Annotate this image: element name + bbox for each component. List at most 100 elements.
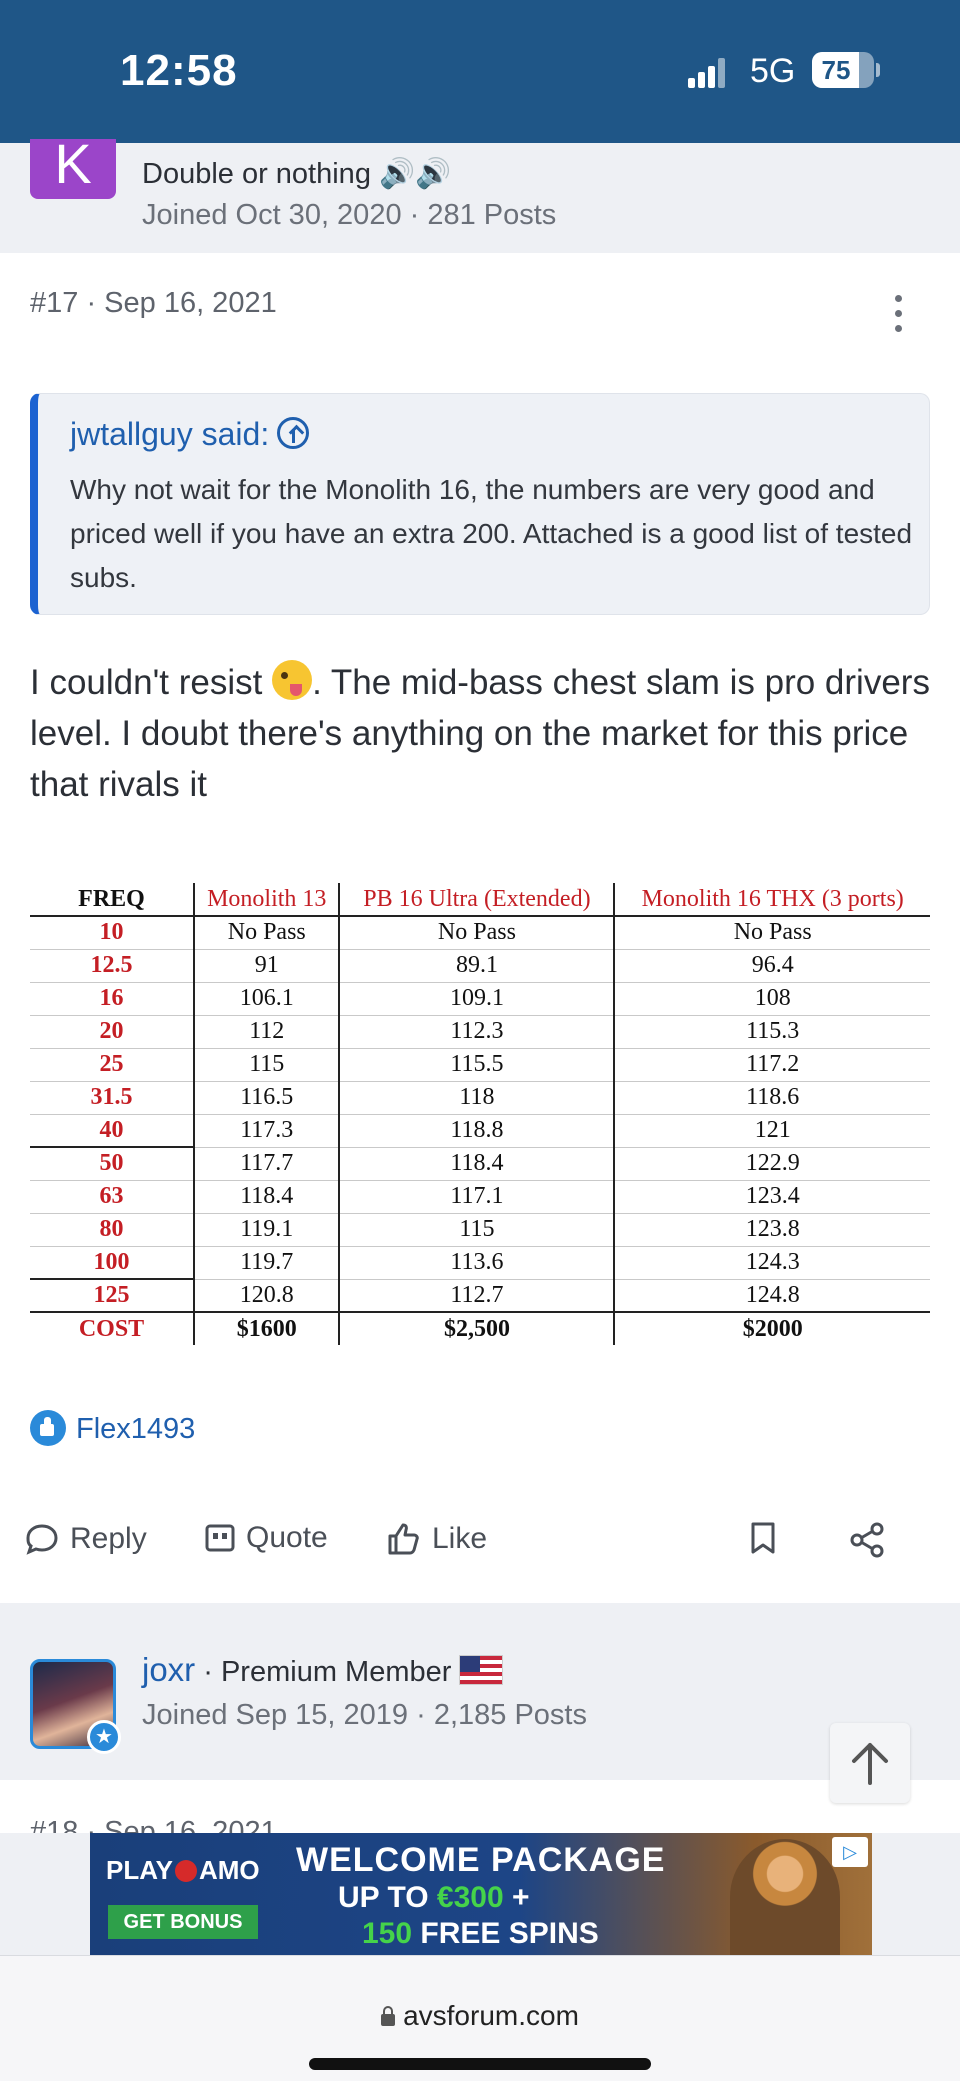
- reaction-user[interactable]: Flex1493: [76, 1413, 195, 1445]
- ad-brand-right: AMO: [198, 1855, 260, 1885]
- table-header-cell: Monolith 13: [192, 883, 340, 917]
- table-cell: 109.1: [338, 982, 615, 1016]
- table-row-label: 10: [30, 916, 194, 950]
- table-cell: 115.5: [338, 1048, 615, 1082]
- post-meta[interactable]: #18 · Sep 16, 2021: [30, 1816, 277, 1833]
- table-row-label: 12.5: [30, 949, 194, 983]
- more-options-icon[interactable]: [888, 295, 908, 339]
- post-meta[interactable]: #17 · Sep 16, 2021: [30, 287, 277, 320]
- ad-line-2-b: +: [503, 1881, 530, 1914]
- battery-icon: 75: [812, 52, 874, 88]
- ad-line-2-accent: €300: [436, 1881, 504, 1914]
- table-cell: No Pass: [613, 916, 930, 950]
- table-row: 20 112 112.3 115.3: [30, 1015, 930, 1049]
- zany-face-emoji-icon: [272, 660, 313, 700]
- thumbs-up-icon: [388, 1523, 419, 1555]
- table-cell: $1600: [192, 1311, 340, 1345]
- ad-banner[interactable]: PLAY AMO GET BONUS WELCOME PACKAGE UP TO …: [90, 1833, 872, 1955]
- reply-button[interactable]: Reply: [24, 1521, 147, 1557]
- battery-percent: 75: [821, 55, 851, 85]
- member-role: · Premium Member: [195, 1656, 452, 1688]
- member-name[interactable]: joxr: [142, 1651, 195, 1688]
- battery-tip: [876, 63, 880, 77]
- avatar[interactable]: K: [30, 136, 116, 199]
- bookmark-button[interactable]: [748, 1521, 788, 1555]
- jump-to-quote-icon[interactable]: [277, 417, 310, 449]
- table-row-label: 25: [30, 1048, 194, 1082]
- clock: 12:58: [120, 46, 238, 95]
- scroll-to-top-button[interactable]: [830, 1723, 910, 1803]
- lock-icon: [381, 2006, 396, 2026]
- url-text: avsforum.com: [403, 2000, 579, 2031]
- table-row: 40 117.3 118.8 121: [30, 1114, 930, 1148]
- post-body: I couldn't resist . The mid-bass chest s…: [30, 657, 930, 810]
- table-cell: No Pass: [192, 916, 340, 950]
- attached-spl-table[interactable]: FREQ Monolith 13 PB 16 Ultra (Extended) Mon…: [30, 883, 930, 1345]
- quote-text: Why not wait for the Monolith 16, the nu…: [70, 474, 913, 593]
- avatar[interactable]: ★: [30, 1659, 121, 1754]
- table-row: 12.5 91 89.1 96.4: [30, 949, 930, 983]
- table-cell: 123.8: [613, 1213, 930, 1247]
- table-row-label: 100: [30, 1246, 194, 1280]
- home-indicator[interactable]: [309, 2058, 651, 2070]
- table-cell: 118.8: [338, 1114, 615, 1148]
- member-header-next: ★ joxr · Premium Member Joined Sep 15, 2…: [0, 1603, 960, 1780]
- quote-author-label[interactable]: jwtallguy said:: [70, 416, 269, 452]
- table-row: 16 106.1 109.1 108: [30, 982, 930, 1016]
- ad-line-2-a: UP TO: [338, 1881, 437, 1914]
- table-header-cell: PB 16 Ultra (Extended): [338, 883, 615, 917]
- table-row: 63 118.4 117.1 123.4: [30, 1180, 930, 1214]
- ad-brand: PLAY AMO: [106, 1855, 260, 1886]
- table-row: 50 117.7 118.4 122.9: [30, 1147, 930, 1181]
- quote-author[interactable]: jwtallguy said:: [70, 416, 310, 453]
- browser-bar: avsforum.com: [0, 1955, 960, 2081]
- table-cell: 120.8: [192, 1279, 340, 1313]
- table-cell: 112: [192, 1015, 340, 1049]
- like-button[interactable]: Like: [386, 1521, 487, 1557]
- adchoices-icon[interactable]: ▷: [832, 1837, 868, 1867]
- signal-icon: [688, 58, 725, 88]
- table-cell: 106.1: [192, 982, 340, 1016]
- bookmark-icon: [751, 1522, 775, 1554]
- us-flag-icon: [459, 1655, 504, 1685]
- table-row-label: 125: [30, 1279, 194, 1313]
- table-cell: 119.7: [192, 1246, 340, 1280]
- table-row: 31.5 116.5 118 118.6: [30, 1081, 930, 1115]
- quote-button[interactable]: Quote: [204, 1521, 328, 1555]
- table-cell: 124.8: [613, 1279, 930, 1313]
- table-row-label: 40: [30, 1114, 194, 1148]
- network-label: 5G: [750, 52, 796, 90]
- table-cell: 91: [192, 949, 340, 983]
- address-bar[interactable]: avsforum.com: [0, 2000, 960, 2032]
- table-cell: 123.4: [613, 1180, 930, 1214]
- member-joined: Joined Sep 15, 2019 · 2,185 Posts: [142, 1699, 587, 1731]
- reply-icon: [26, 1524, 58, 1555]
- quote-icon: [205, 1524, 235, 1552]
- share-icon: [850, 1522, 884, 1558]
- member-header-prev: K Double or nothing 🔊🔊 Joined Oct 30, 20…: [0, 136, 960, 253]
- table-row: 100 119.7 113.6 124.3: [30, 1246, 930, 1280]
- table-cell: 118: [338, 1081, 615, 1115]
- table-cell: 116.5: [192, 1081, 340, 1115]
- ad-line-3-accent: 150: [362, 1917, 413, 1950]
- table-cell: 113.6: [338, 1246, 615, 1280]
- ad-character-image: [730, 1839, 840, 1955]
- share-button[interactable]: [848, 1521, 896, 1559]
- ad-cta-button[interactable]: GET BONUS: [108, 1905, 258, 1939]
- table-row-label: 20: [30, 1015, 194, 1049]
- post-actions: Reply Quote Like: [0, 1513, 960, 1573]
- table-cell: 117.1: [338, 1180, 615, 1214]
- ad-line-2: UP TO €300 +: [338, 1881, 530, 1915]
- table-header-row: FREQ Monolith 13 PB 16 Ultra (Extended) Mon…: [30, 883, 930, 917]
- table-cell: $2000: [613, 1311, 930, 1345]
- table-cell: 115: [192, 1048, 340, 1082]
- ad-brand-left: PLAY: [106, 1855, 173, 1885]
- like-reaction-icon: [30, 1410, 66, 1446]
- table-cell: No Pass: [338, 916, 615, 950]
- premium-star-icon: ★: [87, 1720, 121, 1754]
- ad-brand-logo-icon: [174, 1860, 197, 1882]
- table-cell: 118.6: [613, 1081, 930, 1115]
- table-row-label: 31.5: [30, 1081, 194, 1115]
- reaction-list[interactable]: Flex1493: [30, 1410, 195, 1446]
- like-label: Like: [432, 1522, 488, 1555]
